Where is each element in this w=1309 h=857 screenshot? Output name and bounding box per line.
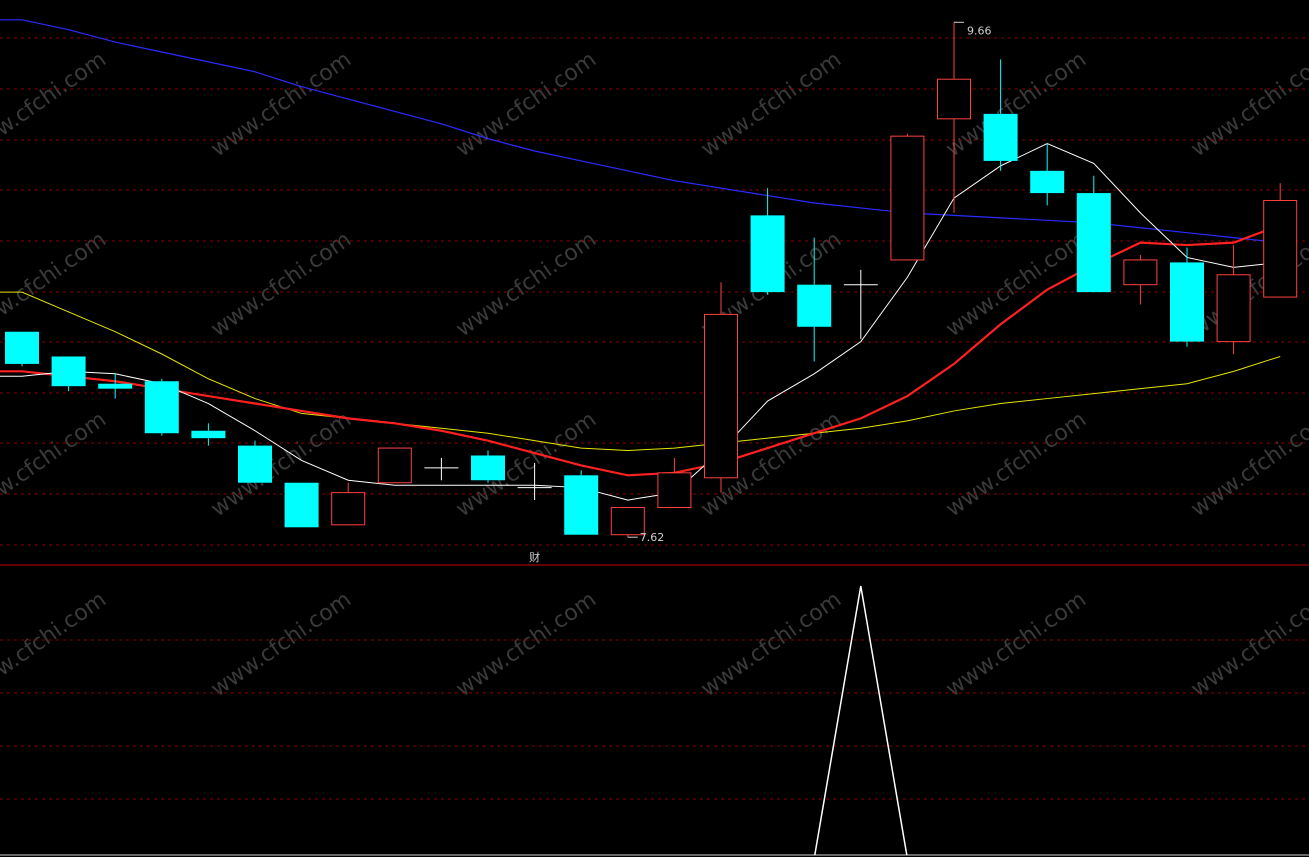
candlestick [191,423,226,446]
candle-body [471,455,505,481]
high-price-label: 9.66 [967,24,992,37]
candle-body [937,78,971,120]
watermark-text: www.cfchi.com [0,587,111,702]
candle-body [1263,200,1298,298]
candlestick [424,457,459,481]
candle-body [890,135,925,261]
watermark-text: www.cfchi.com [452,227,601,342]
low-price-label: 7.62 [640,531,665,544]
candle-body [657,472,692,508]
candle-body [284,482,319,528]
candle-body [1076,193,1111,293]
candlestick [1170,247,1204,347]
indicator-panel [814,585,908,856]
watermark-text: www.cfchi.com [697,47,846,162]
candlestick [1076,175,1111,293]
watermark-layer: www.cfchi.com www.cfchi.com www.cfchi.com w… [0,47,1309,702]
candlestick [1216,245,1251,355]
candle-body [98,383,133,389]
candle-body [51,356,86,387]
candle-body [1030,170,1065,194]
watermark-text: www.cfchi.com [207,587,356,702]
candlestick [471,450,505,483]
candle-body [750,215,785,293]
candlestick [5,331,39,367]
watermark-text: www.cfchi.com [942,587,1091,702]
candlestick [983,59,1018,171]
candlestick [51,356,86,392]
candle-body [564,475,599,535]
candlestick [98,373,133,399]
stock-chart: www.cfchi.com www.cfchi.com www.cfchi.com w… [0,19,1309,856]
watermark-text: www.cfchi.com [452,47,601,162]
watermark-text: www.cfchi.com [942,407,1091,522]
watermark-text: www.cfchi.com [207,47,356,162]
candlestick [937,22,971,213]
candlestick [284,482,319,528]
candle-body [704,313,738,479]
candle-body [191,430,226,439]
watermark-text: www.cfchi.com [1187,407,1309,522]
candlestick [331,482,366,526]
watermark-text: www.cfchi.com [1187,587,1309,702]
candlestick [1263,183,1298,298]
candlestick [238,440,272,483]
candlestick [377,447,412,484]
candlestick [1123,254,1158,305]
signal-label: 财 [529,550,540,564]
candle-body [1123,259,1158,286]
watermark-text: www.cfchi.com [697,587,846,702]
signal-spike-line [814,585,908,856]
candle-body [144,381,179,434]
watermark-text: www.cfchi.com [452,587,601,702]
candle-body [1216,274,1251,343]
candlestick [750,188,785,295]
candlestick [564,470,599,535]
candle-body [797,284,832,327]
candle-body [377,447,412,484]
watermark-text: www.cfchi.com [1187,47,1309,162]
watermark-text: www.cfchi.com [942,227,1091,342]
candlestick [657,457,692,508]
watermark-text: www.cfchi.com [0,47,111,162]
candlestick [890,133,925,261]
watermark-text: www.cfchi.com [0,227,111,342]
watermark-text: www.cfchi.com [0,407,111,522]
candlestick [843,269,878,340]
candle-body [331,492,366,526]
candle-body [983,113,1018,161]
candlestick-layer [5,22,1298,538]
candle-body [238,445,272,483]
grid-layer [0,37,1309,856]
watermark-text: www.cfchi.com [207,227,356,342]
candlestick [1030,143,1065,206]
candle-body [1170,262,1204,342]
candlestick [144,378,179,436]
candle-body [5,331,39,364]
